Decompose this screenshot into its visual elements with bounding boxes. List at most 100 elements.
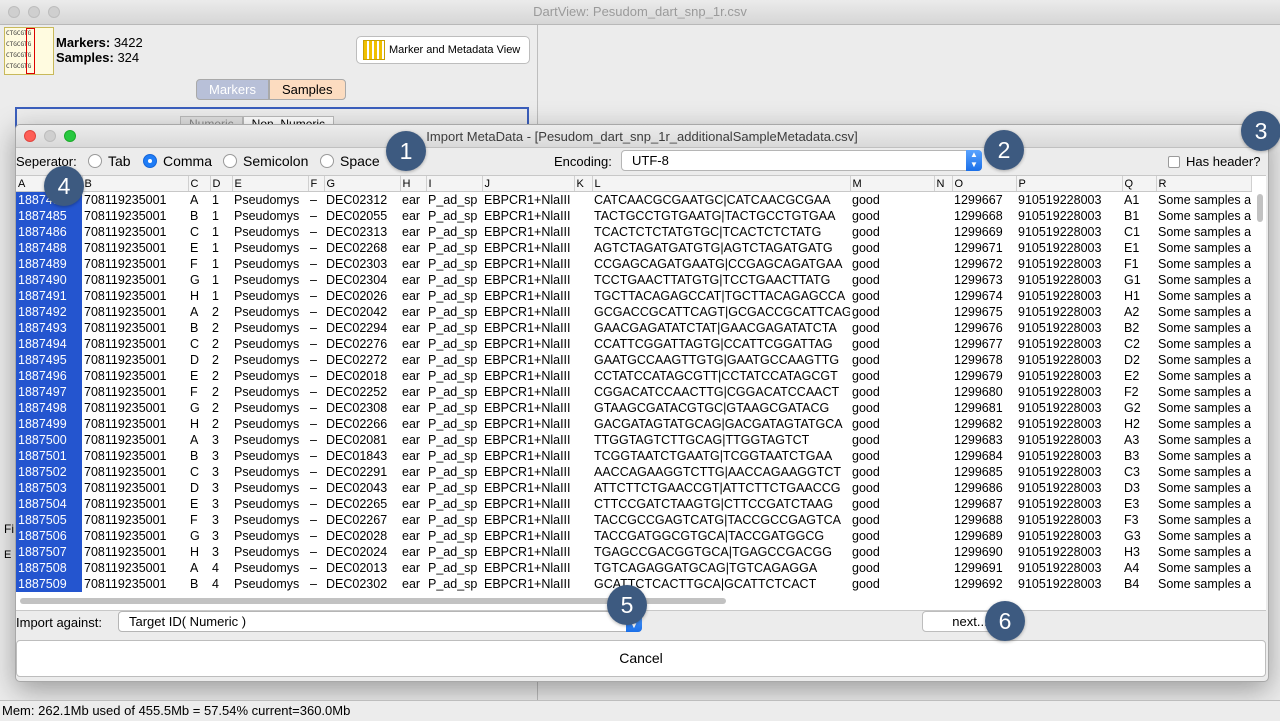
table-cell[interactable] — [574, 240, 592, 256]
table-cell[interactable]: 910519228003 — [1016, 336, 1122, 352]
table-cell[interactable] — [934, 320, 952, 336]
table-cell[interactable]: Pseudomys — [232, 240, 308, 256]
table-cell[interactable]: EBPCR1+NlaIII — [482, 208, 574, 224]
table-cell[interactable]: H3 — [1122, 544, 1156, 560]
table-cell[interactable] — [574, 288, 592, 304]
column-header-c[interactable]: C — [188, 176, 211, 192]
table-cell[interactable]: – — [308, 272, 324, 288]
table-cell[interactable] — [574, 400, 592, 416]
table-cell[interactable]: 1 — [210, 288, 232, 304]
table-cell[interactable]: ear — [400, 432, 426, 448]
column-header-f[interactable]: F — [308, 176, 325, 192]
table-cell[interactable]: good — [850, 240, 934, 256]
table-cell[interactable]: – — [308, 384, 324, 400]
table-cell[interactable]: B — [188, 448, 210, 464]
table-cell[interactable]: AACCAGAAGGTCTTG|AACCAGAAGGTCT — [592, 464, 850, 480]
table-cell[interactable]: Some samples ar — [1156, 240, 1251, 256]
column-header-r[interactable]: R — [1156, 176, 1252, 192]
table-cell[interactable]: ear — [400, 544, 426, 560]
table-cell[interactable]: ear — [400, 384, 426, 400]
table-cell[interactable]: EBPCR1+NlaIII — [482, 416, 574, 432]
table-cell[interactable]: CGGACATCCAACTTG|CGGACATCCAACT — [592, 384, 850, 400]
table-cell[interactable]: Pseudomys — [232, 432, 308, 448]
table-cell[interactable]: TACTGCCTGTGAATG|TACTGCCTGTGAA — [592, 208, 850, 224]
table-cell[interactable]: P_ad_sp — [426, 528, 482, 544]
table-cell[interactable]: Some samples ar — [1156, 320, 1251, 336]
table-cell[interactable]: CATCAACGCGAATGC|CATCAACGCGAA — [592, 192, 850, 209]
table-cell[interactable]: 1299668 — [952, 208, 1016, 224]
table-cell[interactable]: – — [308, 192, 324, 209]
table-cell[interactable] — [574, 416, 592, 432]
table-cell[interactable]: P_ad_sp — [426, 416, 482, 432]
table-cell[interactable]: EBPCR1+NlaIII — [482, 448, 574, 464]
table-cell[interactable]: Some samples ar — [1156, 336, 1251, 352]
table-cell[interactable] — [934, 384, 952, 400]
table-cell[interactable]: 910519228003 — [1016, 528, 1122, 544]
table-cell[interactable]: P_ad_sp — [426, 448, 482, 464]
table-cell[interactable]: 910519228003 — [1016, 224, 1122, 240]
table-cell[interactable]: Some samples ar — [1156, 208, 1251, 224]
table-cell[interactable]: 910519228003 — [1016, 192, 1122, 209]
table-cell[interactable]: good — [850, 384, 934, 400]
table-cell[interactable]: P_ad_sp — [426, 272, 482, 288]
table-cell[interactable]: 1299675 — [952, 304, 1016, 320]
table-cell[interactable]: 708119235001 — [82, 304, 188, 320]
table-cell[interactable] — [934, 272, 952, 288]
table-cell[interactable]: good — [850, 224, 934, 240]
table-cell[interactable]: 1887494 — [16, 336, 82, 352]
table-cell[interactable]: Some samples ar — [1156, 256, 1251, 272]
table-cell[interactable]: ear — [400, 272, 426, 288]
table-cell[interactable]: Pseudomys — [232, 384, 308, 400]
separator-tab-radio[interactable]: Tab — [88, 153, 131, 169]
table-cell[interactable]: 2 — [210, 304, 232, 320]
table-cell[interactable]: 1299681 — [952, 400, 1016, 416]
table-cell[interactable] — [574, 192, 592, 209]
table-cell[interactable]: P_ad_sp — [426, 464, 482, 480]
table-cell[interactable]: P_ad_sp — [426, 544, 482, 560]
table-cell[interactable]: 1299679 — [952, 368, 1016, 384]
table-cell[interactable]: Some samples ar — [1156, 512, 1251, 528]
table-cell[interactable]: 1299678 — [952, 352, 1016, 368]
table-cell[interactable] — [574, 464, 592, 480]
table-cell[interactable]: E1 — [1122, 240, 1156, 256]
table-cell[interactable]: 910519228003 — [1016, 432, 1122, 448]
table-cell[interactable]: ear — [400, 304, 426, 320]
table-cell[interactable]: Pseudomys — [232, 288, 308, 304]
table-cell[interactable]: good — [850, 560, 934, 576]
table-cell[interactable]: Pseudomys — [232, 272, 308, 288]
table-cell[interactable]: DEC02302 — [324, 576, 400, 592]
table-cell[interactable]: E2 — [1122, 368, 1156, 384]
table-cell[interactable]: 708119235001 — [82, 240, 188, 256]
table-cell[interactable] — [574, 432, 592, 448]
has-header-checkbox[interactable]: Has header? — [1168, 154, 1260, 169]
table-cell[interactable]: – — [308, 528, 324, 544]
table-cell[interactable]: EBPCR1+NlaIII — [482, 192, 574, 209]
table-cell[interactable]: ear — [400, 416, 426, 432]
table-cell[interactable]: B — [188, 576, 210, 592]
table-cell[interactable] — [934, 416, 952, 432]
table-cell[interactable]: Some samples ar — [1156, 528, 1251, 544]
table-cell[interactable]: EBPCR1+NlaIII — [482, 272, 574, 288]
table-cell[interactable]: 2 — [210, 320, 232, 336]
table-cell[interactable]: EBPCR1+NlaIII — [482, 288, 574, 304]
table-cell[interactable]: D — [188, 480, 210, 496]
table-cell[interactable]: 708119235001 — [82, 272, 188, 288]
table-cell[interactable]: 1887495 — [16, 352, 82, 368]
table-cell[interactable]: EBPCR1+NlaIII — [482, 496, 574, 512]
table-cell[interactable]: TGAGCCGACGGTGCA|TGAGCCGACGG — [592, 544, 850, 560]
table-cell[interactable]: Pseudomys — [232, 368, 308, 384]
table-cell[interactable]: G — [188, 528, 210, 544]
table-cell[interactable]: G1 — [1122, 272, 1156, 288]
table-cell[interactable]: good — [850, 464, 934, 480]
table-cell[interactable]: DEC01843 — [324, 448, 400, 464]
table-cell[interactable]: F — [188, 256, 210, 272]
table-cell[interactable]: P_ad_sp — [426, 576, 482, 592]
table-cell[interactable]: 1299682 — [952, 416, 1016, 432]
column-header-d[interactable]: D — [210, 176, 233, 192]
table-cell[interactable]: TACCGATGGCGTGCA|TACCGATGGCG — [592, 528, 850, 544]
table-cell[interactable]: E — [188, 496, 210, 512]
table-cell[interactable]: 1887509 — [16, 576, 82, 592]
table-cell[interactable]: ear — [400, 288, 426, 304]
table-cell[interactable]: – — [308, 576, 324, 592]
table-cell[interactable]: good — [850, 432, 934, 448]
